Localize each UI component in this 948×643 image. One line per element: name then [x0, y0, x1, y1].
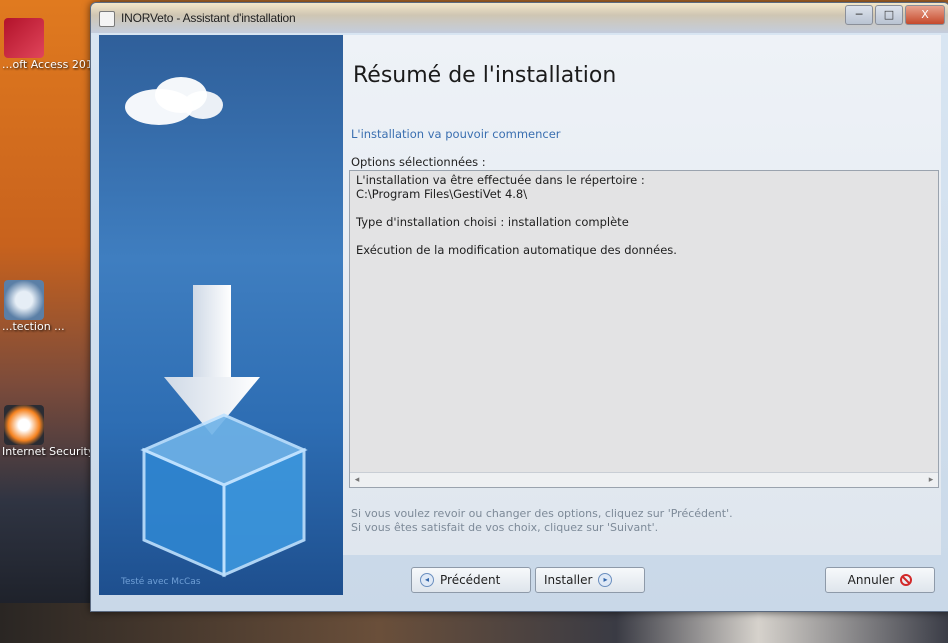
page-title: Résumé de l'installation [353, 63, 617, 88]
hint-line: Si vous voulez revoir ou changer des opt… [351, 507, 733, 520]
installer-window: INORVeto - Assistant d'installation ─ □ … [90, 2, 948, 612]
cloud-icon [125, 77, 223, 125]
title-bar[interactable]: INORVeto - Assistant d'installation ─ □ … [91, 3, 948, 33]
cancel-button-label: Annuler [847, 573, 895, 587]
navigation-hint: Si vous voulez revoir ou changer des opt… [351, 507, 733, 535]
desktop-icon-label: Internet Security [2, 445, 92, 458]
summary-panel: Résumé de l'installation L'installation … [343, 35, 941, 555]
forward-arrow-icon: ▸ [598, 573, 613, 587]
desktop-icon-internet-security[interactable]: Internet Security [0, 405, 92, 458]
horizontal-scrollbar[interactable]: ◂ ▸ [350, 472, 938, 487]
avast-app-icon [4, 405, 44, 445]
scroll-right-icon[interactable]: ▸ [924, 473, 938, 487]
summary-line: Exécution de la modification automatique… [356, 243, 677, 257]
access-app-icon [4, 18, 44, 58]
previous-button-label: Précédent [440, 573, 501, 587]
desktop-icon-access[interactable]: ...oft Access 2010 [0, 18, 92, 71]
maximize-button[interactable]: □ [875, 5, 903, 25]
install-button[interactable]: Installer ▸ [535, 567, 645, 593]
scroll-left-icon[interactable]: ◂ [350, 473, 364, 487]
desktop-icon-label: ...oft Access 2010 [2, 58, 92, 71]
close-button[interactable]: X [905, 5, 945, 25]
summary-text: L'installation va être effectuée dans le… [356, 173, 918, 257]
desktop-icon-protection[interactable]: ...tection ... [0, 280, 92, 333]
installer-app-icon [99, 11, 115, 27]
cancel-button[interactable]: Annuler [825, 567, 935, 593]
cancel-icon [900, 574, 913, 586]
summary-line: Type d'installation choisi : installatio… [356, 215, 629, 229]
install-button-label: Installer [544, 573, 593, 587]
summary-line: L'installation va être effectuée dans le… [356, 173, 645, 187]
back-arrow-icon: ◂ [420, 573, 434, 587]
button-bar: ◂ Précédent Installer ▸ Annuler [343, 555, 941, 603]
desktop-icon-label: ...tection ... [2, 320, 65, 333]
options-label: Options sélectionnées : [351, 155, 486, 169]
side-banner: Testé avec McCas [99, 35, 343, 595]
summary-line: C:\Program Files\GestiVet 4.8\ [356, 187, 528, 201]
hint-line: Si vous êtes satisfait de vos choix, cli… [351, 521, 659, 534]
summary-textbox[interactable]: L'installation va être effectuée dans le… [349, 170, 939, 488]
window-title: INORVeto - Assistant d'installation [121, 11, 296, 25]
banner-caption: Testé avec McCas [121, 577, 201, 587]
minimize-button[interactable]: ─ [845, 5, 873, 25]
protection-app-icon [4, 280, 44, 320]
package-box-icon [140, 413, 308, 578]
previous-button[interactable]: ◂ Précédent [411, 567, 531, 593]
page-subtitle: L'installation va pouvoir commencer [351, 127, 561, 141]
